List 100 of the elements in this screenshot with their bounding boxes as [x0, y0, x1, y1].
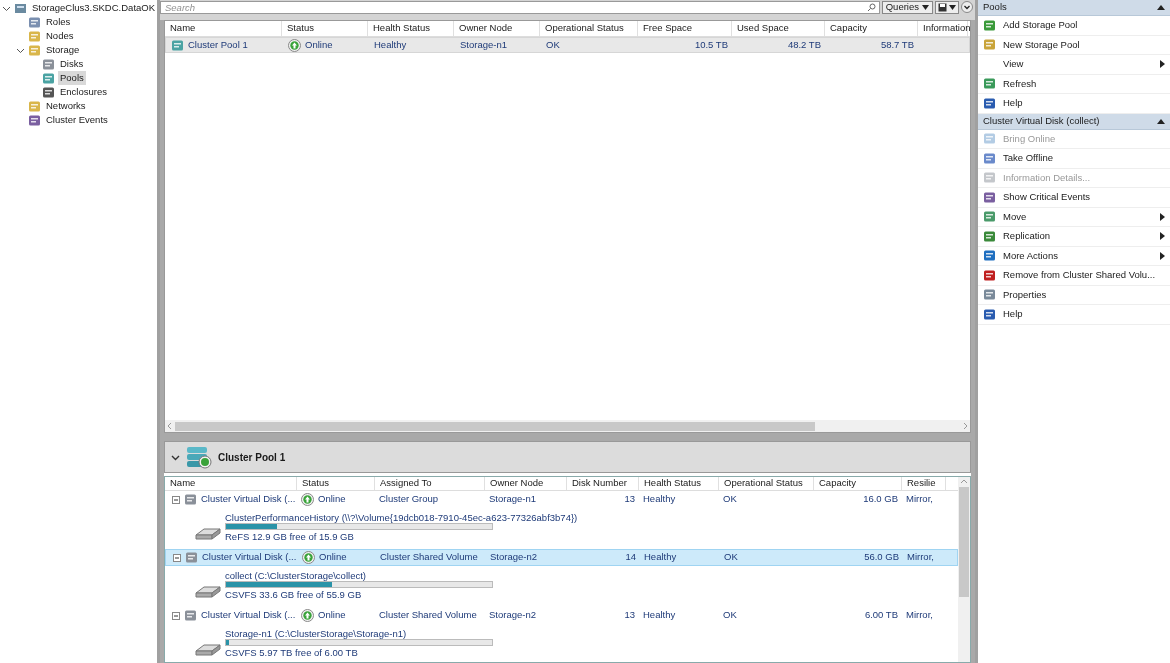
- column-header[interactable]: Assigned To: [375, 477, 485, 490]
- queries-button[interactable]: Queries: [881, 0, 933, 14]
- caret-icon: [922, 4, 929, 10]
- action-item[interactable]: Refresh: [978, 74, 1170, 94]
- up-arrow-icon: [301, 609, 314, 622]
- volume-name: ClusterPerformanceHistory (\\?\Volume{19dcb018-7910-45ec-a623-77326abf3b74}): [225, 511, 578, 523]
- server-icon: [14, 1, 27, 15]
- table-cell: 16.0 GB: [863, 492, 898, 507]
- virtual-disk-row[interactable]: Cluster Virtual Disk (... Online Cluster Shared Volume Storage-n2 14 Healthy OK 56.0 GB Mirror,: [165, 549, 958, 566]
- save-button[interactable]: [935, 0, 959, 14]
- table-cell: OK: [724, 550, 738, 565]
- table-cell: Cluster Virtual Disk (...: [201, 608, 296, 623]
- tree-item[interactable]: Cluster Events: [44, 112, 110, 128]
- column-header[interactable]: Owner Node: [485, 477, 567, 490]
- table-cell: Healthy: [643, 608, 676, 623]
- drive-icon: [195, 585, 221, 599]
- action-item[interactable]: New Storage Pool: [978, 35, 1170, 55]
- tree-item[interactable]: Pools: [58, 70, 86, 86]
- table-cell: Cluster Shared Volume: [379, 608, 477, 623]
- table-cell: 14: [625, 550, 636, 565]
- table-cell-text: Cluster Pool 1: [188, 37, 248, 52]
- column-header[interactable]: Status: [282, 21, 368, 36]
- table-cell: Storage-n1: [489, 492, 536, 507]
- tree-item[interactable]: StorageClus3.SKDC.DataOK: [30, 0, 158, 16]
- table-cell-text: 48.2 TB: [787, 37, 821, 52]
- column-header[interactable]: Operational Status: [719, 477, 814, 490]
- collapse-icon[interactable]: [1157, 118, 1165, 124]
- column-header[interactable]: Capacity: [814, 477, 902, 490]
- volume-usage: ReFS 12.9 GB free of 15.9 GB: [225, 530, 355, 544]
- action-item[interactable]: Add Storage Pool: [978, 16, 1170, 36]
- column-header[interactable]: Name: [165, 477, 297, 490]
- column-header[interactable]: Information: [918, 21, 968, 36]
- table-cell: Cluster Virtual Disk (...: [202, 550, 297, 565]
- table-cell-text: Storage-n1: [460, 37, 507, 52]
- table-cell: Online: [318, 492, 346, 507]
- column-header[interactable]: Status: [297, 477, 375, 490]
- action-item[interactable]: View: [978, 55, 1170, 75]
- action-item[interactable]: Properties: [978, 285, 1170, 305]
- table-cell: Mirror,: [907, 550, 934, 565]
- table-cell: Storage-n2: [489, 608, 536, 623]
- drive-icon: [195, 643, 221, 657]
- table-cell: Storage-n2: [490, 550, 537, 565]
- tree-item[interactable]: Networks: [44, 98, 88, 114]
- action-item[interactable]: Replication: [978, 227, 1170, 247]
- volume-name: collect (C:\ClusterStorage\collect): [225, 569, 367, 581]
- table-cell: 56.0 GB: [864, 550, 899, 565]
- volume-name: Storage-n1 (C:\ClusterStorage\Storage-n1): [225, 627, 408, 639]
- caret-icon: [949, 4, 956, 10]
- column-header[interactable]: Disk Number: [567, 477, 639, 490]
- virtual-disk-row[interactable]: Cluster Virtual Disk (... Online Cluster Group Storage-n1 13 Healthy OK 16.0 GB Mirror,: [165, 491, 958, 508]
- column-header[interactable]: Name: [165, 21, 282, 36]
- table-cell: Online: [319, 550, 347, 565]
- volume-usage: CSVFS 5.97 TB free of 6.00 TB: [225, 646, 359, 660]
- table-cell: Cluster Virtual Disk (...: [201, 492, 296, 507]
- table-cell: Mirror,: [906, 492, 933, 507]
- column-header[interactable]: Resilie: [902, 477, 946, 490]
- table-cell: Cluster Shared Volume: [380, 550, 478, 565]
- collapse-icon[interactable]: [1157, 5, 1165, 10]
- action-item[interactable]: Remove from Cluster Shared Volu...: [978, 266, 1170, 286]
- column-header[interactable]: Operational Status: [540, 21, 638, 36]
- column-header[interactable]: Health Status: [639, 477, 719, 490]
- table-cell-text: 10.5 TB: [694, 37, 728, 52]
- action-item[interactable]: Move: [978, 207, 1170, 227]
- table-cell-text: Healthy: [374, 37, 407, 52]
- action-item[interactable]: Show Critical Events: [978, 188, 1170, 208]
- table-cell: Cluster Group: [379, 492, 439, 507]
- actions-section-header[interactable]: Pools: [978, 0, 1170, 16]
- column-header[interactable]: Health Status: [368, 21, 454, 36]
- action-item[interactable]: Help: [978, 305, 1170, 325]
- column-header[interactable]: Used Space: [732, 21, 825, 36]
- table-cell: Healthy: [644, 550, 677, 565]
- table-cell: OK: [723, 608, 737, 623]
- column-header[interactable]: Capacity: [825, 21, 918, 36]
- search-icon: [866, 2, 876, 12]
- expand-icon[interactable]: [961, 1, 973, 13]
- tree-item[interactable]: Storage: [44, 42, 82, 58]
- pool-row[interactable]: Cluster Pool 1 Online Healthy Storage-n1 OK 10.5 TB 48.2 TB 58.7 TB: [165, 37, 970, 53]
- tree-item[interactable]: Roles: [44, 14, 73, 30]
- pool-icon: [186, 445, 212, 469]
- drive-icon: [195, 527, 221, 541]
- table-cell-text: 58.7 TB: [880, 37, 914, 52]
- action-item[interactable]: Take Offline: [978, 149, 1170, 169]
- volume-usage: CSVFS 33.6 GB free of 55.9 GB: [225, 588, 363, 602]
- table-cell: 13: [624, 608, 635, 623]
- action-item[interactable]: Help: [978, 94, 1170, 114]
- tree-item[interactable]: Disks: [58, 56, 86, 72]
- up-arrow-icon: [302, 551, 315, 564]
- vertical-scrollbar[interactable]: [958, 477, 970, 662]
- search-field[interactable]: Search: [160, 1, 880, 15]
- column-header[interactable]: Owner Node: [454, 21, 540, 36]
- virtual-disk-row[interactable]: Cluster Virtual Disk (... Online Cluster Shared Volume Storage-n2 13 Healthy OK 6.00 TB Mirror,: [165, 607, 958, 624]
- action-item[interactable]: More Actions: [978, 246, 1170, 266]
- horizontal-scrollbar[interactable]: [165, 420, 970, 432]
- tree-item[interactable]: Enclosures: [58, 84, 109, 100]
- detail-title: Cluster Pool 1: [218, 450, 286, 465]
- table-cell-text: Online: [305, 37, 333, 52]
- table-cell: OK: [723, 492, 737, 507]
- tree-item[interactable]: Nodes: [44, 28, 76, 44]
- column-header[interactable]: Free Space: [638, 21, 732, 36]
- table-cell-text: OK: [546, 37, 560, 52]
